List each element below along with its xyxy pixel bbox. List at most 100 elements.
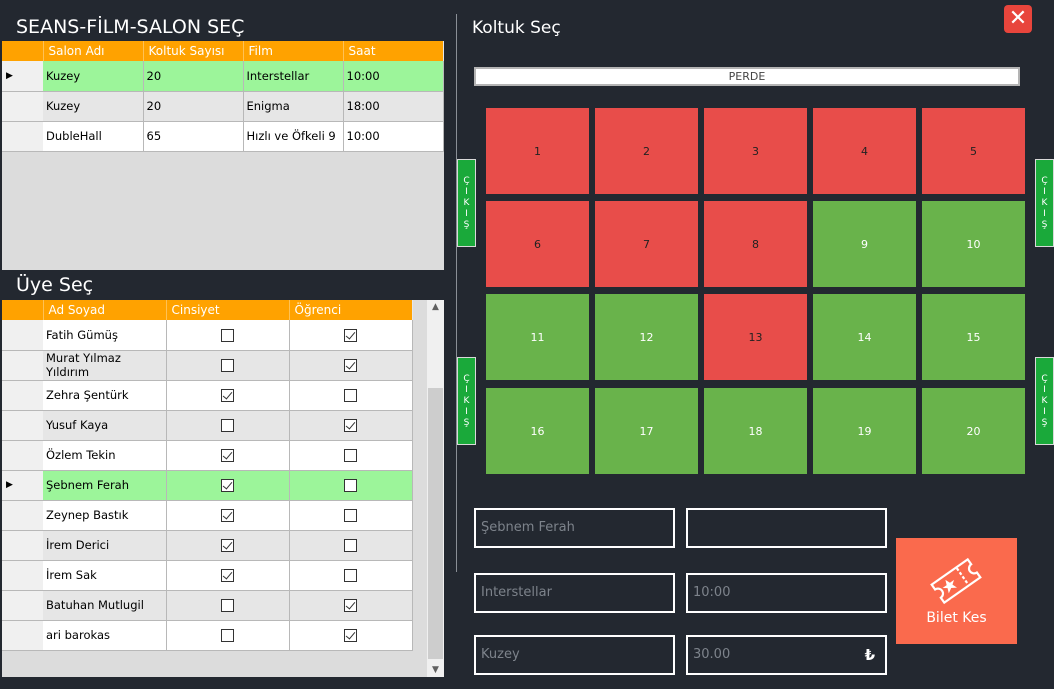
seat-button[interactable]: 5 (922, 108, 1025, 194)
cell-ogrenci[interactable] (289, 500, 413, 531)
cell-koltuk[interactable]: 20 (143, 91, 244, 122)
seat-button[interactable]: 17 (595, 388, 698, 474)
cell-saat[interactable]: 10:00 (343, 121, 444, 152)
cell-cinsiyet[interactable] (166, 470, 290, 501)
table-row[interactable]: İrem Derici (2, 530, 413, 561)
cell-ogrenci[interactable] (289, 440, 413, 471)
col-ogrenci[interactable]: Öğrenci (289, 300, 413, 320)
ucret-field[interactable]: 30.00 ₺ (686, 635, 887, 675)
seat-button[interactable]: 14 (813, 294, 916, 380)
cell-ad-soyad[interactable]: İrem Sak (43, 560, 167, 591)
ogrenci-checkbox[interactable] (344, 479, 357, 492)
row-header[interactable] (2, 320, 43, 351)
table-row[interactable]: Murat Yılmaz Yıldırım (2, 350, 413, 381)
cell-cinsiyet[interactable] (166, 380, 290, 411)
cinsiyet-checkbox[interactable] (221, 599, 234, 612)
ogrenci-checkbox[interactable] (344, 359, 357, 372)
table-row[interactable]: ari barokas (2, 620, 413, 651)
seat-button[interactable]: 8 (704, 201, 807, 287)
seat-button[interactable]: 7 (595, 201, 698, 287)
seat-button[interactable]: 15 (922, 294, 1025, 380)
cell-ad-soyad[interactable]: İrem Derici (43, 530, 167, 561)
cell-ogrenci[interactable] (289, 320, 413, 351)
seat-button[interactable]: 6 (486, 201, 589, 287)
film-field[interactable]: Interstellar (474, 573, 675, 613)
row-header[interactable] (2, 560, 43, 591)
ogrenci-checkbox[interactable] (344, 629, 357, 642)
cell-film[interactable]: Hızlı ve Öfkeli 9 (243, 121, 344, 152)
ogrenci-checkbox[interactable] (344, 389, 357, 402)
cell-film[interactable]: Enigma (243, 91, 344, 122)
scroll-thumb[interactable] (428, 388, 443, 659)
table-row[interactable]: ▶ Şebnem Ferah (2, 470, 413, 501)
cell-ad-soyad[interactable]: Batuhan Mutlugil (43, 590, 167, 621)
seat-button[interactable]: 20 (922, 388, 1025, 474)
seat-button[interactable]: 3 (704, 108, 807, 194)
cell-ogrenci[interactable] (289, 560, 413, 591)
cell-ad-soyad[interactable]: Yusuf Kaya (43, 410, 167, 441)
table-row[interactable]: DubleHall 65 Hızlı ve Öfkeli 9 10:00 (2, 121, 444, 152)
cell-koltuk[interactable]: 65 (143, 121, 244, 152)
ogrenci-checkbox[interactable] (344, 449, 357, 462)
cell-saat[interactable]: 18:00 (343, 91, 444, 122)
cinsiyet-checkbox[interactable] (221, 539, 234, 552)
cell-ad-soyad[interactable]: Fatih Gümüş (43, 320, 167, 351)
row-header[interactable] (2, 440, 43, 471)
ogrenci-checkbox[interactable] (344, 539, 357, 552)
close-button[interactable]: ✕ (1004, 5, 1032, 33)
seat-button[interactable]: 16 (486, 388, 589, 474)
seat-button[interactable]: 19 (813, 388, 916, 474)
seat-button[interactable]: 18 (704, 388, 807, 474)
cell-ogrenci[interactable] (289, 470, 413, 501)
cell-cinsiyet[interactable] (166, 620, 290, 651)
bilet-kes-button[interactable]: Bilet Kes (896, 538, 1017, 644)
cell-ogrenci[interactable] (289, 590, 413, 621)
table-row[interactable]: Yusuf Kaya (2, 410, 413, 441)
cell-saat[interactable]: 10:00 (343, 61, 444, 92)
cinsiyet-checkbox[interactable] (221, 629, 234, 642)
cell-cinsiyet[interactable] (166, 590, 290, 621)
row-header[interactable]: ▶ (2, 470, 43, 501)
seat-button[interactable]: 13 (704, 294, 807, 380)
cell-cinsiyet[interactable] (166, 350, 290, 381)
cinsiyet-checkbox[interactable] (221, 389, 234, 402)
cinsiyet-checkbox[interactable] (221, 328, 234, 342)
row-header[interactable] (2, 620, 43, 651)
seat-button[interactable]: 2 (595, 108, 698, 194)
cell-ad-soyad[interactable]: Zehra Şentürk (43, 380, 167, 411)
row-header[interactable] (2, 350, 43, 381)
ogrenci-checkbox[interactable] (344, 509, 357, 522)
col-film[interactable]: Film (243, 41, 344, 61)
uye-field[interactable]: Şebnem Ferah (474, 508, 675, 548)
cell-cinsiyet[interactable] (166, 500, 290, 531)
ogrenci-checkbox[interactable] (344, 328, 357, 342)
cell-ogrenci[interactable] (289, 530, 413, 561)
cinsiyet-checkbox[interactable] (221, 479, 234, 492)
scroll-up-icon[interactable]: ▲ (427, 302, 444, 312)
row-header[interactable] (2, 410, 43, 441)
cell-cinsiyet[interactable] (166, 440, 290, 471)
seat-button[interactable]: 11 (486, 294, 589, 380)
seat-button[interactable]: 1 (486, 108, 589, 194)
cinsiyet-checkbox[interactable] (221, 449, 234, 462)
table-row[interactable]: İrem Sak (2, 560, 413, 591)
seat-button[interactable]: 9 (813, 201, 916, 287)
cell-cinsiyet[interactable] (166, 320, 290, 351)
col-saat[interactable]: Saat (343, 41, 444, 61)
row-header[interactable]: ▶ (2, 61, 43, 92)
cell-ad-soyad[interactable]: Murat Yılmaz Yıldırım (43, 350, 167, 381)
cell-cinsiyet[interactable] (166, 530, 290, 561)
cell-salon[interactable]: Kuzey (43, 61, 144, 92)
table-row[interactable]: ▶ Kuzey 20 Interstellar 10:00 (2, 61, 444, 92)
row-header[interactable] (2, 590, 43, 621)
table-row[interactable]: Kuzey 20 Enigma 18:00 (2, 91, 444, 122)
ogrenci-checkbox[interactable] (344, 599, 357, 612)
cell-ad-soyad[interactable]: ari barokas (43, 620, 167, 651)
col-cinsiyet[interactable]: Cinsiyet (166, 300, 290, 320)
cell-ad-soyad[interactable]: Zeynep Bastık (43, 500, 167, 531)
uye-grid[interactable]: Ad Soyad Cinsiyet Öğrenci Fatih Gümüş Mur… (2, 300, 427, 677)
cell-ogrenci[interactable] (289, 620, 413, 651)
ogrenci-checkbox[interactable] (344, 569, 357, 582)
cell-koltuk[interactable]: 20 (143, 61, 244, 92)
cell-film[interactable]: Interstellar (243, 61, 344, 92)
